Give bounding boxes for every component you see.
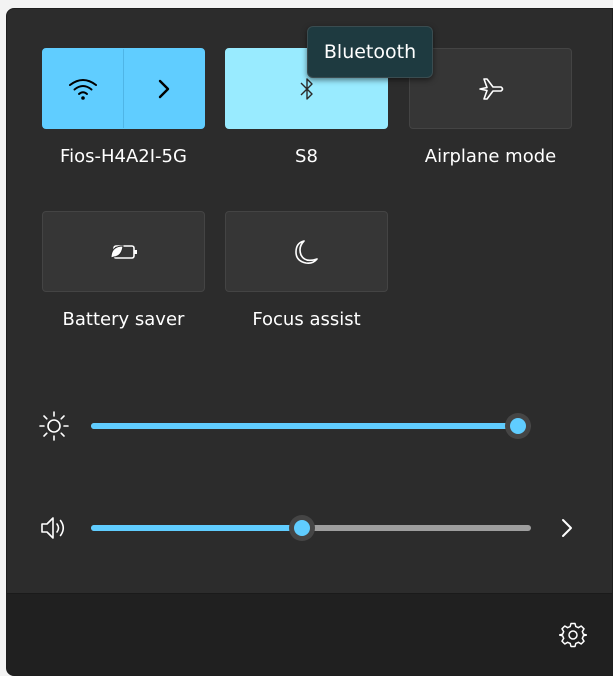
settings-button[interactable]: [556, 618, 590, 652]
volume-icon-wrapper[interactable]: [37, 511, 71, 545]
quick-settings-footer: [7, 593, 612, 675]
battery-saver-tile-label: Battery saver: [62, 309, 185, 330]
focus-assist-tile-label: Focus assist: [252, 309, 361, 330]
airplane-mode-tile[interactable]: [409, 48, 572, 129]
speaker-icon: [41, 517, 65, 539]
wifi-icon: [69, 78, 97, 100]
gear-icon: [559, 622, 587, 648]
volume-slider-fill: [91, 525, 303, 531]
volume-slider-row: [37, 507, 597, 547]
quick-settings-panel: Fios-H4A2I-5G S8 Airplane mode Battery s…: [6, 8, 613, 676]
brightness-icon-wrapper: [37, 409, 71, 443]
brightness-slider[interactable]: [91, 413, 531, 439]
moon-icon: [294, 239, 318, 264]
battery-saver-tile[interactable]: [42, 211, 205, 292]
chevron-right-icon: [158, 79, 170, 98]
focus-assist-tile[interactable]: [225, 211, 388, 292]
bluetooth-tile-label: S8: [295, 146, 318, 167]
volume-output-button[interactable]: [552, 511, 582, 545]
sun-icon: [39, 411, 69, 441]
chevron-right-icon: [562, 519, 572, 537]
bluetooth-tooltip: Bluetooth: [307, 26, 433, 78]
wifi-tile-label: Fios-H4A2I-5G: [60, 146, 187, 167]
battery-saver-icon: [109, 244, 137, 259]
brightness-slider-fill: [91, 423, 518, 429]
wifi-networks-button[interactable]: [124, 49, 204, 128]
wifi-toggle-button[interactable]: [43, 49, 123, 128]
airplane-icon: [478, 77, 503, 100]
bluetooth-icon: [300, 77, 313, 100]
brightness-slider-thumb[interactable]: [504, 413, 531, 439]
volume-slider[interactable]: [91, 515, 531, 541]
wifi-tile[interactable]: [42, 48, 205, 129]
brightness-slider-row: [37, 405, 597, 445]
volume-slider-thumb[interactable]: [289, 515, 316, 541]
airplane-mode-tile-label: Airplane mode: [424, 146, 557, 167]
